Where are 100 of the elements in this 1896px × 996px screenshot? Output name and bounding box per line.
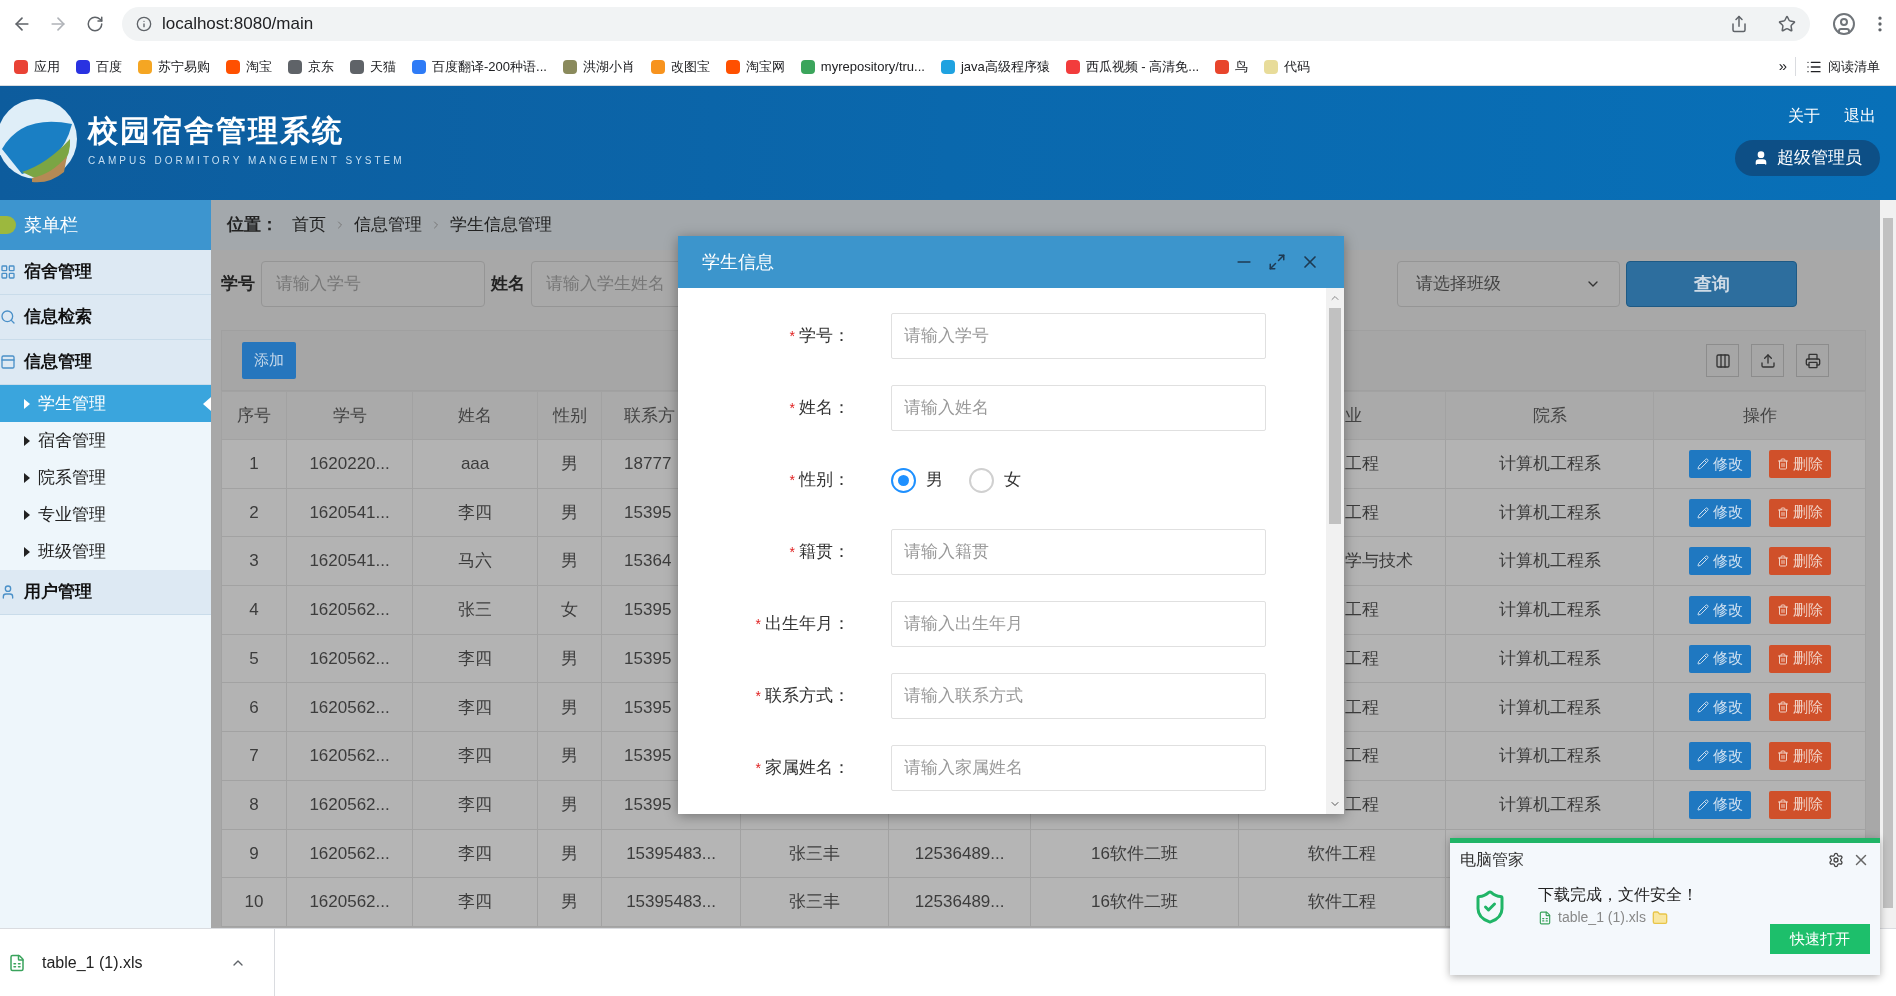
class-select[interactable]: 请选择班级 bbox=[1397, 261, 1621, 307]
bookmark[interactable]: 洪湖小肖 bbox=[554, 52, 643, 81]
share-icon[interactable] bbox=[1730, 15, 1749, 33]
table-cell-text: 李四 bbox=[458, 842, 493, 865]
breadcrumb-link[interactable]: 学生信息管理 bbox=[450, 212, 553, 238]
table-cell-text: 马六 bbox=[458, 550, 493, 573]
export-icon bbox=[1759, 352, 1776, 369]
columns-button[interactable] bbox=[1706, 344, 1740, 377]
info-icon[interactable] bbox=[135, 16, 152, 32]
menu-item[interactable]: 信息检索 bbox=[0, 295, 212, 340]
reading-list[interactable]: 阅读清单 bbox=[1795, 56, 1890, 77]
caret-icon bbox=[24, 435, 30, 446]
user-badge[interactable]: 超级管理员 bbox=[1735, 140, 1880, 176]
required-mark: * bbox=[789, 326, 795, 346]
edit-button[interactable]: 修改 bbox=[1688, 547, 1751, 576]
download-item[interactable]: table_1 (1).xls bbox=[0, 929, 275, 996]
edit-button[interactable]: 修改 bbox=[1688, 498, 1751, 527]
breadcrumb-link[interactable]: 首页 bbox=[292, 212, 327, 238]
maximize-icon[interactable] bbox=[1268, 253, 1286, 271]
trash-icon bbox=[1776, 506, 1789, 519]
menu-item[interactable]: 信息管理 bbox=[0, 340, 212, 385]
table-cell-text: 15395483... bbox=[626, 842, 716, 865]
caret-icon bbox=[24, 472, 30, 483]
bookmark[interactable]: 改图宝 bbox=[642, 52, 718, 81]
bookmark[interactable]: 天猫 bbox=[342, 52, 404, 81]
edit-button[interactable]: 修改 bbox=[1688, 693, 1751, 722]
table-cell-text: 15364 bbox=[624, 550, 672, 573]
input-field[interactable]: 请输入姓名 bbox=[891, 385, 1266, 431]
table-cell-text: 软件工程 bbox=[1308, 842, 1377, 865]
submenu-item[interactable]: 专业管理 bbox=[0, 496, 212, 533]
bookmark[interactable]: java高级程序猿 bbox=[932, 52, 1058, 81]
star-icon[interactable] bbox=[1778, 15, 1797, 33]
input-field[interactable]: 请输入学号 bbox=[891, 313, 1266, 359]
input-field[interactable]: 请输入家属姓名 bbox=[891, 745, 1266, 791]
breadcrumb-link[interactable]: 信息管理 bbox=[354, 212, 423, 238]
table-cell-text: 1620562... bbox=[309, 696, 390, 719]
app-subtitle: CAMPUS DORMITORY MANGEMENT SYSTEM bbox=[88, 154, 405, 168]
edit-button[interactable]: 修改 bbox=[1688, 644, 1751, 673]
required-mark: * bbox=[789, 470, 795, 490]
bookmark[interactable]: 淘宝 bbox=[218, 52, 280, 81]
edit-button[interactable]: 修改 bbox=[1688, 595, 1751, 624]
table-cell-text: 男 bbox=[561, 696, 579, 719]
bookmark[interactable]: 西瓜视频 - 高清免... bbox=[1057, 52, 1208, 81]
export-button[interactable] bbox=[1751, 344, 1785, 377]
print-button[interactable] bbox=[1796, 344, 1830, 377]
bookmark[interactable]: 百度翻译-200种语... bbox=[404, 52, 555, 81]
query-button[interactable]: 查询 bbox=[1626, 261, 1798, 307]
column-header: 性别 bbox=[552, 404, 587, 427]
table-cell-text: 1620562... bbox=[309, 842, 390, 865]
page-scrollbar[interactable] bbox=[1880, 200, 1896, 928]
bookmark[interactable]: 百度 bbox=[68, 52, 130, 81]
table-cell-text: 15395 bbox=[624, 647, 672, 670]
bookmark[interactable]: 京东 bbox=[280, 52, 342, 81]
header-link[interactable]: 退出 bbox=[1844, 104, 1876, 128]
field-label: 联系方式： bbox=[765, 685, 850, 708]
input-field[interactable]: 请输入出生年月 bbox=[891, 601, 1266, 647]
required-mark: * bbox=[755, 614, 761, 634]
submenu-item[interactable]: 班级管理 bbox=[0, 533, 212, 570]
bookmark[interactable]: 代码 bbox=[1256, 52, 1319, 81]
edit-button[interactable]: 修改 bbox=[1688, 790, 1751, 819]
table-cell-text: 10 bbox=[244, 891, 264, 914]
bookmark[interactable]: 苏宁易购 bbox=[130, 52, 218, 81]
radio-button[interactable] bbox=[891, 467, 916, 493]
menu-item[interactable]: 用户管理 bbox=[0, 570, 212, 615]
table-cell-text: 1620541... bbox=[309, 501, 390, 524]
table-cell-text: 女 bbox=[561, 599, 579, 622]
column-header: 学号 bbox=[332, 404, 367, 427]
user-icon bbox=[1753, 150, 1769, 166]
column-header: 院系 bbox=[1532, 404, 1567, 427]
table-cell-text: 8 bbox=[249, 793, 259, 816]
reload-icon[interactable] bbox=[85, 15, 104, 33]
bookmark[interactable]: 应用 bbox=[6, 52, 68, 81]
table-cell-text: 男 bbox=[561, 501, 579, 524]
menu-item[interactable]: 宿舍管理 bbox=[0, 250, 212, 295]
bookmarks-overflow[interactable]: » bbox=[1770, 55, 1795, 78]
address-bar[interactable]: localhost:8080/main bbox=[121, 7, 1811, 41]
scrollbar[interactable] bbox=[1326, 288, 1344, 814]
settings-icon[interactable] bbox=[1828, 852, 1844, 868]
column-header: 序号 bbox=[237, 404, 272, 427]
table-cell-text: 4 bbox=[249, 599, 259, 622]
header-link[interactable]: 关于 bbox=[1788, 104, 1820, 128]
submenu-item[interactable]: 院系管理 bbox=[0, 459, 212, 496]
radio-button[interactable] bbox=[969, 467, 994, 493]
pencil-icon bbox=[1696, 603, 1709, 616]
bookmark[interactable]: myrepository/tru... bbox=[792, 52, 933, 81]
submenu-item[interactable]: 宿舍管理 bbox=[0, 422, 212, 459]
edit-button[interactable]: 修改 bbox=[1688, 449, 1751, 478]
caret-icon bbox=[24, 509, 30, 520]
table-cell-text: 李四 bbox=[458, 891, 493, 914]
table-cell-text: 软件工程 bbox=[1308, 891, 1377, 914]
bookmark[interactable]: 鸟 bbox=[1207, 52, 1257, 81]
edit-button[interactable]: 修改 bbox=[1688, 741, 1751, 770]
table-cell-text: 1620562... bbox=[309, 599, 390, 622]
bookmark[interactable]: 淘宝网 bbox=[717, 52, 793, 81]
table-cell-text: 15395 bbox=[624, 599, 672, 622]
trash-icon bbox=[1776, 603, 1789, 616]
profile-icon[interactable] bbox=[1832, 12, 1857, 36]
table-cell-text: 工程 bbox=[1345, 453, 1380, 476]
input-field[interactable]: 请输入联系方式 bbox=[891, 673, 1266, 719]
input-field[interactable]: 请输入籍贯 bbox=[891, 529, 1266, 575]
